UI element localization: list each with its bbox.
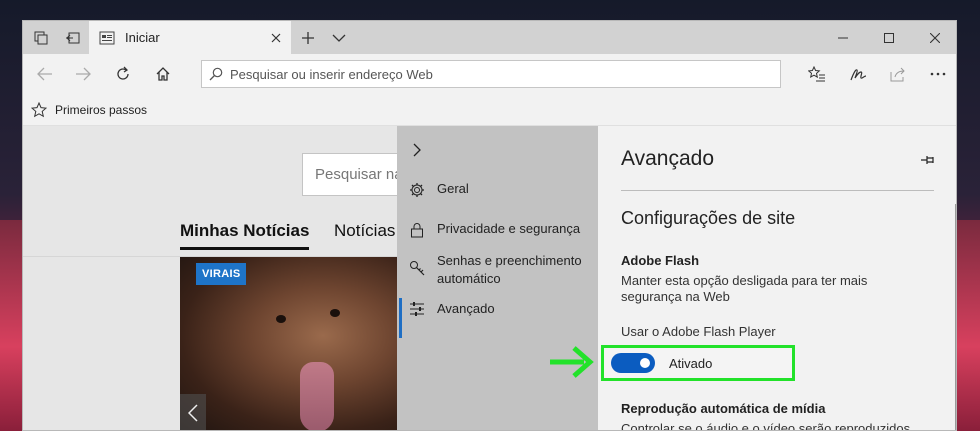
address-bar[interactable] <box>201 60 781 88</box>
flash-toggle-state: Ativado <box>669 355 713 371</box>
minimize-icon <box>838 37 848 38</box>
more-button[interactable] <box>918 54 956 94</box>
maximize-button[interactable] <box>866 21 912 54</box>
chevron-down-icon <box>332 34 346 42</box>
menu-item-advanced[interactable]: Avançado <box>397 298 598 338</box>
favorites-list-icon <box>808 66 825 82</box>
flash-heading: Adobe Flash <box>621 253 700 268</box>
refresh-icon <box>117 66 129 80</box>
maximize-icon <box>884 32 894 43</box>
browser-window: Iniciar Pesquisar ou inserir endereço We… <box>22 20 957 431</box>
more-dots-icon <box>930 72 946 76</box>
divider <box>621 190 934 191</box>
gear-icon <box>397 180 437 198</box>
selection-indicator <box>399 298 402 338</box>
toggle-knob <box>640 358 650 368</box>
lock-icon <box>397 220 437 238</box>
flash-toggle[interactable] <box>611 353 655 373</box>
search-icon <box>202 67 230 81</box>
scrollbar[interactable] <box>955 204 956 430</box>
section-title: Configurações de site <box>621 208 796 228</box>
settings-menu: Geral Privacidade e segurança Senhas e p… <box>397 126 598 430</box>
close-window-button[interactable] <box>912 21 956 54</box>
tab-iniciar[interactable]: Iniciar <box>89 21 291 54</box>
pin-panel-button[interactable] <box>920 152 936 170</box>
autoplay-heading: Reprodução automática de mídia <box>621 401 826 416</box>
desktop-background-right <box>954 220 980 431</box>
flash-toggle-caption: Usar o Adobe Flash Player <box>621 324 776 339</box>
flash-description: Manter esta opção desligada para ter mai… <box>621 273 868 304</box>
panel-title: Avançado <box>621 147 715 170</box>
key-icon <box>397 252 437 276</box>
menu-item-passwords[interactable]: Senhas e preenchimento automático <box>397 252 598 288</box>
arrow-left-icon <box>37 67 52 81</box>
menu-item-label: Geral <box>437 181 469 196</box>
chevron-left-icon <box>188 404 198 422</box>
close-icon <box>930 32 940 43</box>
pen-icon <box>850 69 867 81</box>
tabs-set-aside-icon <box>66 32 80 43</box>
tab-list-button[interactable] <box>323 21 355 54</box>
menu-item-privacy[interactable]: Privacidade e segurança <box>397 220 598 238</box>
tabs-aside-icon <box>34 31 48 44</box>
address-input[interactable] <box>230 62 780 86</box>
collapse-menu-button[interactable] <box>397 141 598 157</box>
favorite-label: Primeiros passos <box>55 102 148 117</box>
tab-news[interactable]: Notícias <box>334 221 395 241</box>
image-detail <box>300 362 334 430</box>
tab-preview-button[interactable] <box>25 21 57 54</box>
tab-close-button[interactable] <box>261 21 291 54</box>
new-tab-button[interactable] <box>291 21 325 54</box>
share-button[interactable] <box>878 54 918 94</box>
menu-item-general[interactable]: Geral <box>397 180 598 198</box>
web-notes-button[interactable] <box>838 54 878 94</box>
pin-icon <box>921 156 934 164</box>
image-detail <box>330 309 340 317</box>
chevron-right-icon <box>397 141 437 157</box>
close-icon <box>271 33 281 42</box>
autoplay-description: Controlar se o áudio e o vídeo serão rep… <box>621 421 911 431</box>
home-button[interactable] <box>143 54 183 94</box>
minimize-button[interactable] <box>820 21 866 54</box>
settings-panel: Avançado Configurações de site Adobe Fla… <box>598 126 956 431</box>
plus-icon <box>302 31 314 44</box>
sliders-icon <box>397 300 437 316</box>
favorite-item[interactable]: Primeiros passos <box>31 101 148 118</box>
carousel-prev-button[interactable] <box>180 394 206 430</box>
tab-title: Iniciar <box>125 30 160 45</box>
tab-bar: Iniciar <box>23 21 956 54</box>
home-icon <box>156 67 170 81</box>
navigation-bar <box>23 54 956 94</box>
forward-button[interactable] <box>63 54 103 94</box>
favorites-bar: Primeiros passos <box>23 94 956 126</box>
star-icon <box>31 101 47 117</box>
favorites-hub-button[interactable] <box>797 54 837 94</box>
menu-item-label: Privacidade e segurança <box>437 221 581 236</box>
back-button[interactable] <box>25 54 65 94</box>
set-tabs-aside-button[interactable] <box>57 21 89 54</box>
flash-toggle-highlight: Ativado <box>601 345 795 381</box>
menu-item-label: Avançado <box>437 301 495 316</box>
annotation-arrow-icon <box>548 344 594 385</box>
arrow-right-icon <box>76 67 91 81</box>
refresh-button[interactable] <box>103 54 143 94</box>
share-icon <box>890 67 905 82</box>
image-detail <box>276 315 286 323</box>
tab-my-news[interactable]: Minhas Notícias <box>180 221 310 250</box>
category-badge: VIRAIS <box>196 263 247 285</box>
page-icon <box>99 31 115 45</box>
menu-item-label: Senhas e preenchimento automático <box>437 253 582 286</box>
